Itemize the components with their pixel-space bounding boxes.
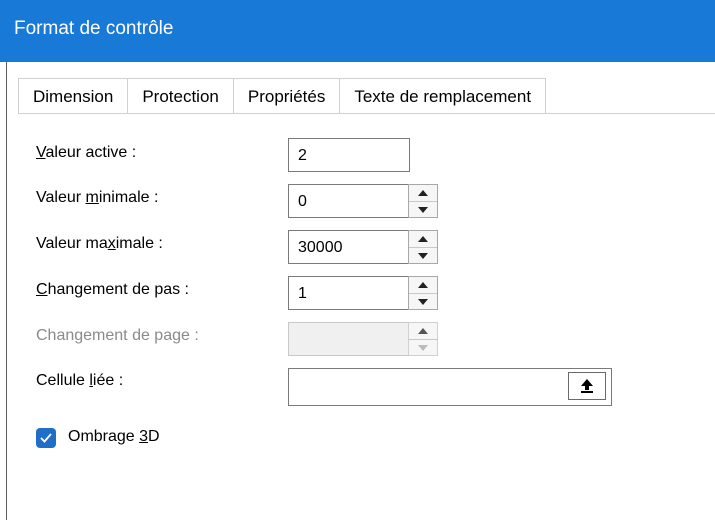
label-valeur-active: Valeur active : xyxy=(36,144,137,161)
valeur-maximale-spinner[interactable] xyxy=(408,230,438,264)
label-valeur-minimale: Valeur minimale : xyxy=(36,189,159,206)
ombrage-3d-label: Ombrage 3D xyxy=(68,428,160,445)
valeur-maximale-input[interactable]: 30000 xyxy=(288,230,409,264)
triangle-down-icon[interactable] xyxy=(409,294,437,310)
ombrage-3d-checkbox[interactable] xyxy=(36,428,56,448)
tab-proprietes[interactable]: Propriétés xyxy=(232,78,340,114)
tab-texte-remplacement[interactable]: Texte de remplacement xyxy=(339,78,547,114)
triangle-up-icon xyxy=(409,323,437,340)
title-bar: Format de contrôle xyxy=(0,0,715,62)
tab-dimension[interactable]: Dimension xyxy=(18,78,128,114)
changement-page-input xyxy=(288,322,409,356)
label-valeur-maximale: Valeur maximale : xyxy=(36,235,163,252)
checkmark-icon xyxy=(40,433,52,443)
tab-strip: Dimension Protection Propriétés Texte de… xyxy=(18,78,547,114)
tab-protection[interactable]: Protection xyxy=(127,78,233,114)
label-changement-pas: Changement de pas : xyxy=(36,281,189,298)
window-title: Format de contrôle xyxy=(14,18,174,39)
valeur-minimale-input[interactable]: 0 xyxy=(288,184,409,218)
triangle-up-icon[interactable] xyxy=(409,277,437,294)
valeur-minimale-spinner[interactable] xyxy=(408,184,438,218)
arrow-up-icon xyxy=(581,379,593,393)
valeur-active-input[interactable]: 2 xyxy=(288,138,410,172)
cellule-liee-input[interactable] xyxy=(288,368,612,406)
triangle-up-icon[interactable] xyxy=(409,185,437,202)
triangle-down-icon[interactable] xyxy=(409,202,437,218)
changement-pas-input[interactable]: 1 xyxy=(288,276,409,310)
label-cellule-liee: Cellule liée : xyxy=(36,372,124,389)
triangle-down-icon[interactable] xyxy=(409,248,437,264)
collapse-dialog-button[interactable] xyxy=(568,372,606,400)
changement-page-spinner xyxy=(408,322,438,356)
label-changement-page: Changement de page : xyxy=(36,327,199,344)
triangle-up-icon[interactable] xyxy=(409,231,437,248)
changement-pas-spinner[interactable] xyxy=(408,276,438,310)
panel-divider xyxy=(18,113,715,114)
triangle-down-icon xyxy=(409,340,437,356)
